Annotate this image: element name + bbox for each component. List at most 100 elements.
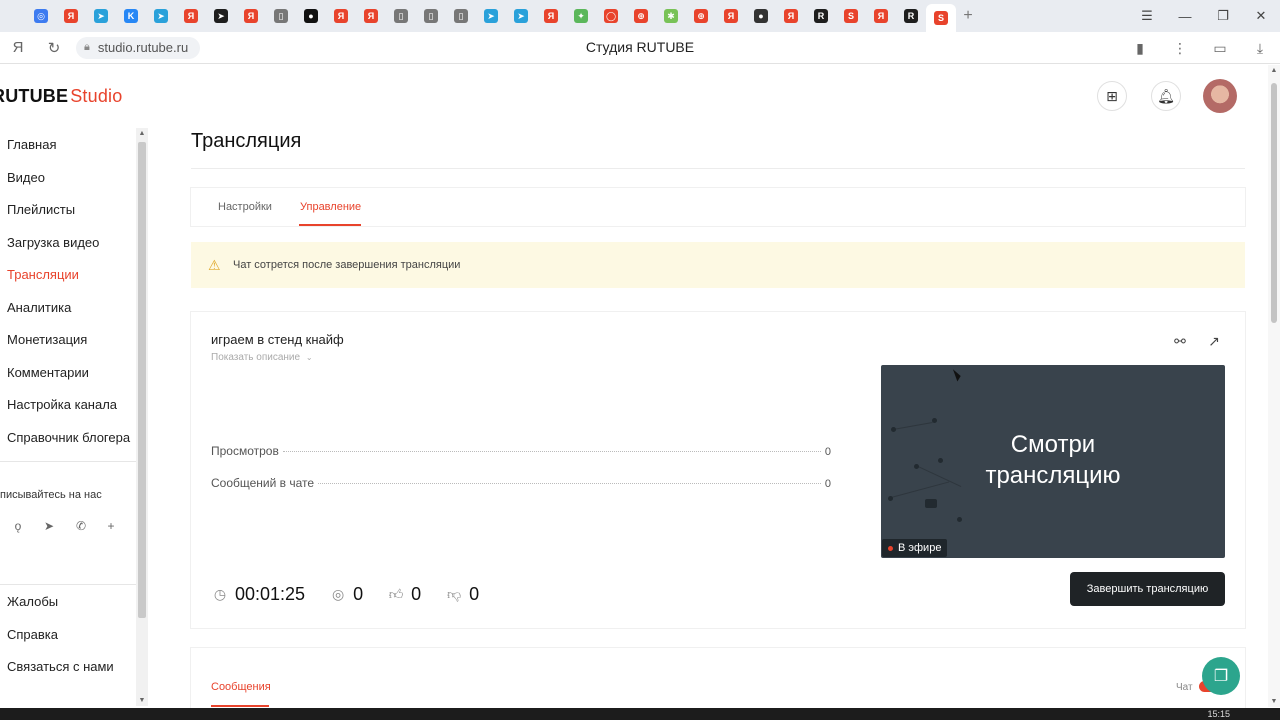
- browser-tab[interactable]: Я: [326, 0, 356, 32]
- new-tab-icon[interactable]: +: [956, 7, 980, 25]
- tab-icons: ◎ Я ➤ K ➤ Я ➤ Я ▯ ● Я Я ▯ ▯ ▯ ➤ ➤ Я ✦ ◯ ⊕ ✱ ⊕ Я ● Я R S Я R S: [26, 0, 956, 32]
- reload-icon[interactable]: ↻: [36, 39, 72, 57]
- browser-tab[interactable]: ●: [746, 0, 776, 32]
- clock-icon: ◷: [213, 585, 227, 602]
- add-video-button[interactable]: ⊞: [1097, 81, 1127, 111]
- browser-tab[interactable]: S: [836, 0, 866, 32]
- restore-icon[interactable]: ❐: [1204, 0, 1242, 32]
- duration-value: 00:01:25: [235, 583, 306, 604]
- close-icon[interactable]: ✕: [1242, 0, 1280, 32]
- browser-tab[interactable]: ✦: [566, 0, 596, 32]
- browser-tab[interactable]: ✱: [656, 0, 686, 32]
- telegram-icon[interactable]: ➤: [40, 517, 58, 535]
- bookmark-icon[interactable]: ▮: [1120, 40, 1160, 57]
- scroll-down-icon[interactable]: ▼: [1268, 698, 1280, 705]
- browser-tab[interactable]: Я: [236, 0, 266, 32]
- notifications-button[interactable]: 🔔︎: [1151, 81, 1181, 111]
- show-description-link[interactable]: Показать описание ⌄: [211, 352, 313, 363]
- sidebar-item[interactable]: Справка: [7, 627, 58, 642]
- browser-tab[interactable]: ◎: [26, 0, 56, 32]
- browser-tab[interactable]: K: [116, 0, 146, 32]
- sidebar-scroll-thumb[interactable]: [138, 142, 146, 618]
- stream-preview[interactable]: Смотри трансляцию В эфире: [881, 365, 1225, 558]
- sidebar-item[interactable]: Жалобы: [7, 594, 58, 609]
- browser-tab[interactable]: Я: [716, 0, 746, 32]
- chat-messages-value: 0: [824, 478, 831, 490]
- sidebar-item[interactable]: Справочник блогера: [7, 430, 130, 445]
- sidebar-item[interactable]: Видео: [7, 170, 45, 185]
- telegram-icon: ➤: [484, 9, 498, 23]
- sidebar-scrollbar[interactable]: ▲ ▼: [136, 128, 148, 706]
- share-icon[interactable]: ⚯: [1171, 332, 1189, 350]
- browser-tab[interactable]: ▯: [266, 0, 296, 32]
- scroll-down-icon[interactable]: ▼: [136, 697, 148, 704]
- browser-tab[interactable]: ▯: [386, 0, 416, 32]
- sidebar-item[interactable]: Главная: [7, 137, 56, 152]
- sidebar-item[interactable]: Монетизация: [7, 332, 87, 347]
- sidebar-item[interactable]: Аналитика: [7, 300, 71, 315]
- browser-tab[interactable]: ◯: [596, 0, 626, 32]
- stream-name: играем в стенд кнайф: [211, 332, 344, 347]
- tab-control[interactable]: Управление: [300, 201, 361, 213]
- page-scroll-thumb[interactable]: [1271, 83, 1277, 323]
- browser-tab[interactable]: Я: [536, 0, 566, 32]
- downloads-icon[interactable]: ⤓: [1240, 40, 1280, 57]
- sidebar-item[interactable]: Связаться с нами: [7, 659, 114, 674]
- rutube-studio-logo[interactable]: RUTUBEStudio: [0, 86, 128, 107]
- sidebar-item[interactable]: Комментарии: [7, 365, 89, 380]
- stream-metrics: ◷ 00:01:25 ◎ 0 👍︎ 0 👎︎ 0: [211, 580, 503, 608]
- browser-tab[interactable]: ⊕: [686, 0, 716, 32]
- yandex-icon: Я: [184, 9, 198, 23]
- sidebar-item[interactable]: Плейлисты: [7, 202, 75, 217]
- more-icon[interactable]: ⋮: [1160, 40, 1200, 57]
- odnoklassniki-icon[interactable]: ǫ: [9, 517, 27, 535]
- browser-tab[interactable]: Я: [356, 0, 386, 32]
- browser-tab[interactable]: Я: [56, 0, 86, 32]
- browser-tab[interactable]: ▯: [416, 0, 446, 32]
- sidebar-item[interactable]: Настройка канала: [7, 397, 117, 412]
- plus-icon[interactable]: +: [102, 517, 120, 535]
- system-clock: 15:15: [1207, 709, 1230, 719]
- studio-icon: S: [934, 11, 948, 25]
- external-link-icon[interactable]: ↗: [1205, 332, 1223, 350]
- browser-tab[interactable]: ⊕: [626, 0, 656, 32]
- browser-tab[interactable]: Я: [866, 0, 896, 32]
- page-scrollbar[interactable]: ▲ ▼: [1268, 65, 1280, 707]
- collections-icon[interactable]: ▭: [1200, 40, 1240, 57]
- yandex-home-icon[interactable]: Я: [0, 39, 36, 56]
- scroll-up-icon[interactable]: ▲: [1268, 67, 1280, 74]
- browser-tab[interactable]: ➤: [206, 0, 236, 32]
- minimize-icon[interactable]: —: [1166, 0, 1204, 32]
- preview-decor-dot: [932, 418, 937, 423]
- viber-icon[interactable]: ✆: [72, 517, 90, 535]
- avatar[interactable]: [1203, 79, 1237, 113]
- browser-tab[interactable]: Я: [176, 0, 206, 32]
- sidebar-item[interactable]: Трансляции: [7, 267, 79, 282]
- browser-tab[interactable]: R: [806, 0, 836, 32]
- yandex-icon: Я: [364, 9, 378, 23]
- browser-tab[interactable]: ➤: [146, 0, 176, 32]
- yandex-icon: Я: [334, 9, 348, 23]
- browser-tab[interactable]: ●: [296, 0, 326, 32]
- browser-tab[interactable]: ➤: [476, 0, 506, 32]
- tab-settings[interactable]: Настройки: [218, 201, 272, 213]
- browser-icon: ◎: [34, 9, 48, 23]
- thumbs-down-icon: 👎︎: [447, 585, 462, 602]
- browser-tab[interactable]: ▯: [446, 0, 476, 32]
- active-tab-indicator: [299, 224, 361, 226]
- browser-tab[interactable]: S: [926, 4, 956, 32]
- browser-tab[interactable]: ➤: [506, 0, 536, 32]
- end-stream-button[interactable]: Завершить трансляцию: [1070, 572, 1225, 606]
- url-field[interactable]: 🔒︎ studio.rutube.ru: [76, 36, 201, 59]
- browser-tab[interactable]: Я: [776, 0, 806, 32]
- browser-tab[interactable]: ➤: [86, 0, 116, 32]
- sidebar-item[interactable]: Загрузка видео: [7, 235, 99, 250]
- tab-menu-icon[interactable]: ☰: [1128, 0, 1166, 32]
- document-icon: ▯: [424, 9, 438, 23]
- tab-messages[interactable]: Сообщения: [211, 681, 271, 693]
- help-chat-button[interactable]: ❐: [1202, 657, 1240, 695]
- likes-metric: 👍︎ 0: [387, 584, 421, 605]
- scroll-up-icon[interactable]: ▲: [136, 130, 148, 137]
- browser-tab[interactable]: R: [896, 0, 926, 32]
- sidebar: Главная Видео Плейлисты Загрузка видео Транс…: [0, 125, 150, 707]
